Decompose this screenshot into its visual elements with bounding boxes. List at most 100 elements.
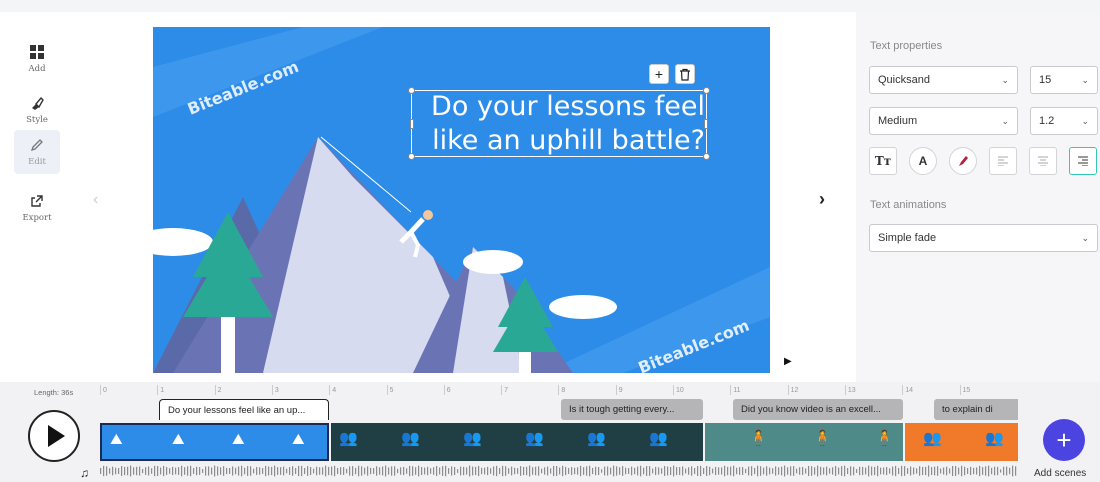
waveform-bar xyxy=(202,469,204,473)
animation-value: Simple fade xyxy=(878,232,937,244)
scene-label-5[interactable]: to explain di xyxy=(934,399,1018,420)
waveform-bar xyxy=(370,467,372,475)
text-selection-box[interactable] xyxy=(408,87,710,160)
waveform-bar xyxy=(991,467,993,475)
waveform-bar xyxy=(373,468,375,474)
audio-waveform[interactable] xyxy=(100,465,1018,477)
align-right-button[interactable] xyxy=(1069,147,1097,175)
waveform-bar xyxy=(358,465,360,477)
ruler-tick-label: 10 xyxy=(676,387,684,394)
waveform-bar xyxy=(109,468,111,474)
nav-export[interactable]: Export xyxy=(14,186,60,230)
waveform-bar xyxy=(907,468,909,474)
waveform-bar xyxy=(526,466,528,476)
waveform-bar xyxy=(565,466,567,476)
waveform-bar xyxy=(190,465,192,477)
waveform-bar xyxy=(913,467,915,475)
align-center-button[interactable] xyxy=(1029,147,1057,175)
waveform-bar xyxy=(676,466,678,476)
scene-clip-2[interactable]: 👥 👥 👥 👥 👥 👥 xyxy=(331,423,703,461)
waveform-bar xyxy=(514,467,516,475)
person-thumbnail-icon: 🧍 xyxy=(813,430,832,447)
play-preview-icon[interactable]: ▶ xyxy=(784,356,792,367)
scene-label-4[interactable]: Did you know video is an excell... xyxy=(733,399,903,420)
waveform-bar xyxy=(892,466,894,476)
waveform-bar xyxy=(523,466,525,476)
waveform-bar xyxy=(898,467,900,475)
font-weight-select[interactable]: Medium ⌄ xyxy=(869,107,1018,135)
waveform-bar xyxy=(400,467,402,475)
ruler-tick xyxy=(615,385,617,395)
waveform-bar xyxy=(289,467,291,475)
waveform-bar xyxy=(817,465,819,477)
font-size-value: 15 xyxy=(1039,74,1052,86)
next-scene-icon[interactable]: › xyxy=(819,189,825,210)
waveform-bar xyxy=(211,467,213,475)
delete-element-button[interactable] xyxy=(675,64,695,84)
waveform-bar xyxy=(223,466,225,476)
resize-handle-left[interactable] xyxy=(410,119,414,129)
waveform-bar xyxy=(121,465,123,477)
add-scenes-button[interactable]: + xyxy=(1043,419,1085,461)
resize-handle-br[interactable] xyxy=(703,153,710,160)
waveform-bar xyxy=(154,465,156,477)
waveform-bar xyxy=(139,466,141,476)
resize-handle-tr[interactable] xyxy=(703,87,710,94)
waveform-bar xyxy=(433,467,435,475)
text-case-button[interactable]: Tт xyxy=(869,147,897,175)
waveform-bar xyxy=(274,465,276,477)
timeline-ruler[interactable]: 0 1 2 3 4 5 6 7 8 9 10 11 12 13 14 15 xyxy=(100,385,1018,397)
add-element-button[interactable]: + xyxy=(649,64,669,84)
scene-clip-4[interactable]: 👥 👥 xyxy=(905,423,1018,461)
music-note-icon[interactable]: ♫ xyxy=(80,466,89,480)
resize-handle-tl[interactable] xyxy=(408,87,415,94)
scene-label-1[interactable]: Do your lessons feel like an up... xyxy=(159,399,329,420)
waveform-bar xyxy=(1015,466,1017,476)
waveform-bar xyxy=(421,466,423,476)
waveform-bar xyxy=(796,468,798,474)
nav-add[interactable]: Add xyxy=(14,37,60,81)
animation-select[interactable]: Simple fade ⌄ xyxy=(869,224,1098,252)
highlight-color-button[interactable] xyxy=(949,147,977,175)
waveform-bar xyxy=(307,466,309,476)
waveform-bar xyxy=(931,467,933,475)
play-button[interactable] xyxy=(28,410,80,462)
ruler-tick xyxy=(673,385,674,395)
waveform-bar xyxy=(772,468,774,474)
waveform-bar xyxy=(235,467,237,475)
waveform-bar xyxy=(685,468,687,474)
waveform-bar xyxy=(367,466,369,476)
ruler-tick xyxy=(271,385,273,395)
resize-handle-right[interactable] xyxy=(704,119,708,129)
waveform-bar xyxy=(673,465,675,477)
waveform-bar xyxy=(928,465,930,477)
line-height-select[interactable]: 1.2 ⌄ xyxy=(1030,107,1098,135)
scene-clip-1[interactable]: ⛰ ⛰ ⛰ ⛰ xyxy=(100,423,329,461)
font-family-value: Quicksand xyxy=(878,74,930,86)
waveform-bar xyxy=(364,467,366,475)
waveform-bar xyxy=(208,466,210,476)
ruler-tick-label: 0 xyxy=(103,387,107,394)
waveform-bar xyxy=(1009,467,1011,475)
resize-handle-bl[interactable] xyxy=(408,153,415,160)
previous-scene-icon[interactable]: ‹ xyxy=(93,191,98,209)
scene-clip-3[interactable]: 🧍 🧍 🧍 xyxy=(705,423,903,461)
waveform-bar xyxy=(118,467,120,475)
waveform-bar xyxy=(811,466,813,476)
ruler-tick xyxy=(214,385,216,395)
font-family-select[interactable]: Quicksand ⌄ xyxy=(869,66,1018,94)
text-color-button[interactable]: A xyxy=(909,147,937,175)
nav-edit[interactable]: Edit xyxy=(14,130,60,174)
chevron-down-icon: ⌄ xyxy=(1001,74,1009,85)
waveform-bar xyxy=(403,466,405,476)
waveform-bar xyxy=(751,466,753,476)
waveform-bar xyxy=(349,466,351,476)
ruler-tick xyxy=(558,385,560,395)
waveform-bar xyxy=(169,468,171,474)
people-thumbnail-icon: 👥 xyxy=(401,430,420,447)
nav-style[interactable]: Style xyxy=(14,88,60,132)
waveform-bar xyxy=(103,465,105,477)
align-left-button[interactable] xyxy=(989,147,1017,175)
scene-label-3[interactable]: Is it tough getting every... xyxy=(561,399,703,420)
font-size-select[interactable]: 15 ⌄ xyxy=(1030,66,1098,94)
